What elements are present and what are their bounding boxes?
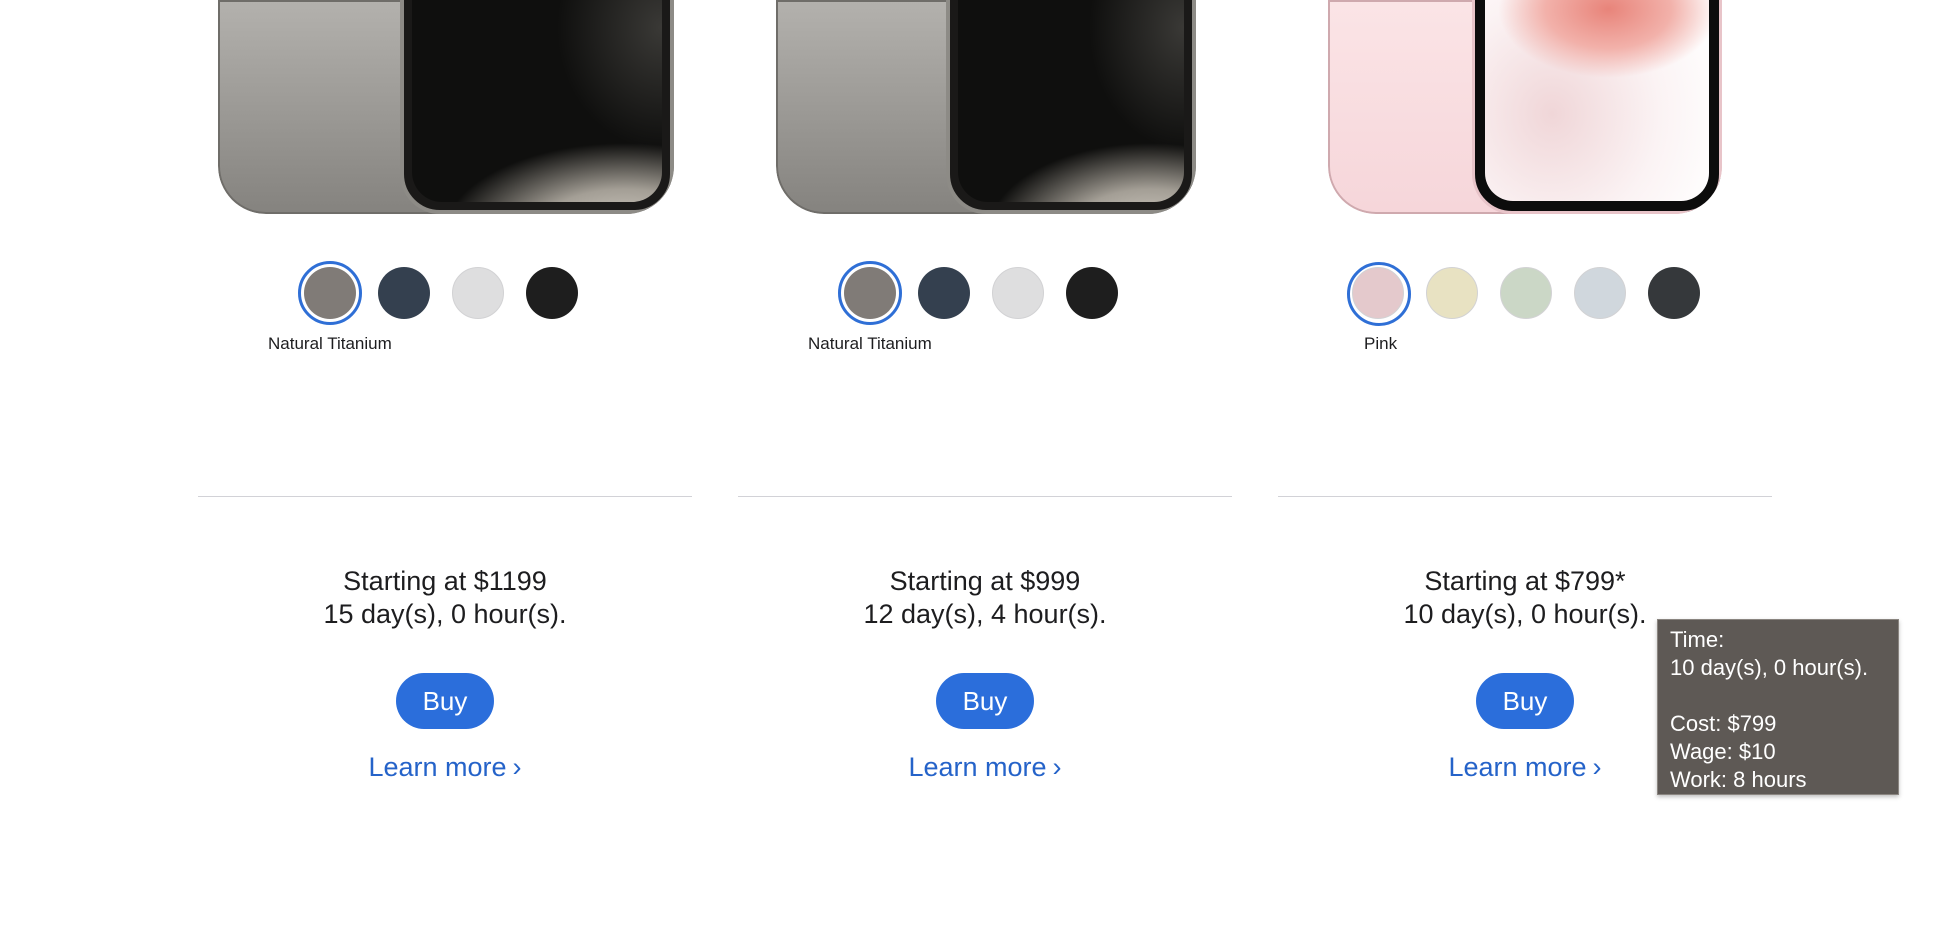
divider	[1278, 496, 1772, 497]
tooltip-spacer	[1670, 682, 1886, 710]
swatch-pink[interactable]	[1347, 262, 1411, 326]
product-image[interactable]	[218, 0, 674, 214]
color-swatches	[838, 261, 1118, 325]
starting-price: Starting at $799*	[1424, 566, 1626, 596]
swatch-natural-titanium[interactable]	[838, 261, 902, 325]
learn-more-link[interactable]: Learn more ›	[738, 752, 1232, 783]
price-block: Starting at $999 12 day(s), 4 hour(s).	[738, 565, 1232, 631]
swatch-blue-titanium[interactable]	[378, 267, 430, 319]
phone-front-graphic	[1472, 0, 1722, 214]
swatch-natural-titanium[interactable]	[298, 261, 362, 325]
selected-color-name: Natural Titanium	[808, 334, 932, 353]
buy-button[interactable]: Buy	[396, 673, 494, 729]
swatch-black[interactable]	[1648, 267, 1700, 319]
work-time-tooltip: Time: 10 day(s), 0 hour(s). Cost: $799 W…	[1657, 619, 1899, 795]
chevron-right-icon: ›	[1052, 752, 1062, 782]
buy-button[interactable]: Buy	[936, 673, 1034, 729]
swatch-black-titanium[interactable]	[1066, 267, 1118, 319]
product-comparison-page: Natural Titanium Starting at $1199 15 da…	[0, 0, 1956, 952]
phone-front-graphic	[400, 0, 674, 214]
tooltip-time-label: Time:	[1670, 627, 1725, 652]
tooltip-time-value: 10 day(s), 0 hour(s).	[1670, 655, 1869, 680]
chevron-right-icon: ›	[512, 752, 522, 782]
tooltip-wage: Wage: $10	[1670, 739, 1776, 764]
learn-more-link[interactable]: Learn more ›	[198, 752, 692, 783]
starting-price: Starting at $999	[889, 566, 1081, 596]
tooltip-cost: Cost: $799	[1670, 711, 1777, 736]
learn-more-label: Learn more	[1448, 752, 1587, 782]
divider	[738, 496, 1232, 497]
divider	[198, 496, 692, 497]
selected-color-name: Natural Titanium	[268, 334, 392, 353]
swatch-blue-titanium[interactable]	[918, 267, 970, 319]
selected-color-name: Pink	[1364, 334, 1398, 353]
swatch-black-titanium[interactable]	[526, 267, 578, 319]
price-block: Starting at $1199 15 day(s), 0 hour(s).	[198, 565, 692, 631]
tooltip-work: Work: 8 hours	[1670, 767, 1807, 792]
swatch-blue[interactable]	[1574, 267, 1626, 319]
swatch-yellow[interactable]	[1426, 267, 1478, 319]
swatch-white-titanium[interactable]	[992, 267, 1044, 319]
swatch-green[interactable]	[1500, 267, 1552, 319]
color-swatches	[298, 261, 578, 325]
work-time: 15 day(s), 0 hour(s).	[323, 599, 567, 629]
work-time: 12 day(s), 4 hour(s).	[863, 599, 1107, 629]
chevron-right-icon: ›	[1592, 752, 1602, 782]
color-swatches	[1347, 262, 1700, 326]
buy-button[interactable]: Buy	[1476, 673, 1574, 729]
learn-more-label: Learn more	[368, 752, 507, 782]
phone-front-graphic	[946, 0, 1196, 214]
product-image[interactable]	[776, 0, 1196, 214]
product-image[interactable]	[1328, 0, 1722, 214]
starting-price: Starting at $1199	[343, 566, 547, 596]
swatch-white-titanium[interactable]	[452, 267, 504, 319]
learn-more-label: Learn more	[908, 752, 1047, 782]
